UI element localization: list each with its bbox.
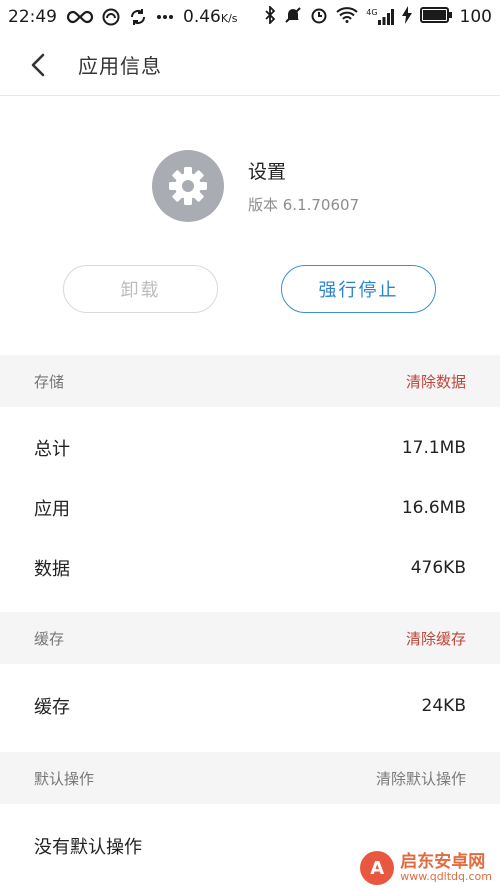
status-bar: 22:49 0.46K/s 4G 100 (0, 0, 500, 34)
defaults-header-label: 默认操作 (34, 769, 95, 788)
cache-header-label: 缓存 (34, 629, 65, 648)
storage-row-app: 应用 16.6MB (0, 478, 500, 538)
clear-data-button[interactable]: 清除数据 (406, 371, 466, 392)
battery-level: 100 (459, 7, 492, 27)
row-value: 16.6MB (401, 498, 466, 518)
row-label: 总计 (34, 439, 70, 460)
battery-icon (419, 6, 452, 28)
storage-row-total: 总计 17.1MB (0, 418, 500, 478)
browser-icon (102, 8, 120, 26)
defaults-section-header: 默认操作 清除默认操作 (0, 752, 500, 804)
app-header: 设置 版本 6.1.70607 (152, 150, 359, 222)
mute-icon (284, 6, 302, 29)
alarm-icon (310, 6, 328, 29)
watermark-logo-icon: A (360, 851, 395, 885)
row-value: 17.1MB (401, 438, 466, 458)
row-label: 应用 (34, 499, 70, 520)
watermark-name: 启东安卓网 (400, 851, 486, 872)
charging-icon (401, 5, 412, 29)
status-time: 22:49 (8, 7, 57, 27)
back-button[interactable] (8, 34, 68, 96)
watermark-url: www.qdltdq.com (400, 870, 492, 884)
watermark: A 启东安卓网 www.qdltdq.com (360, 851, 492, 885)
clear-cache-button[interactable]: 清除缓存 (406, 628, 466, 649)
row-label: 数据 (34, 559, 70, 580)
row-label: 缓存 (34, 697, 70, 718)
app-name: 设置 (248, 161, 287, 183)
network-speed: 0.46K/s (183, 7, 238, 27)
infinity-icon (67, 10, 93, 24)
sync-icon (129, 8, 147, 26)
gear-icon (152, 150, 224, 222)
uninstall-button[interactable]: 卸载 (63, 265, 218, 313)
bluetooth-icon (264, 4, 276, 29)
signal-icon: 4G (366, 8, 394, 25)
storage-row-data: 数据 476KB (0, 538, 500, 598)
title-bar: 应用信息 (0, 34, 500, 96)
force-stop-button[interactable]: 强行停止 (281, 265, 436, 313)
app-version: 版本 6.1.70607 (248, 196, 360, 214)
wifi-icon (336, 6, 358, 28)
page-title: 应用信息 (78, 54, 162, 78)
more-icon (156, 14, 174, 20)
clear-defaults-button[interactable]: 清除默认操作 (376, 768, 466, 789)
row-label: 没有默认操作 (34, 837, 142, 858)
storage-section-header: 存储 清除数据 (0, 355, 500, 407)
storage-header-label: 存储 (34, 372, 65, 391)
back-arrow-icon (31, 53, 45, 76)
cache-section-header: 缓存 清除缓存 (0, 612, 500, 664)
cache-row: 缓存 24KB (0, 676, 500, 736)
row-value: 476KB (410, 558, 466, 578)
row-value: 24KB (421, 696, 466, 716)
